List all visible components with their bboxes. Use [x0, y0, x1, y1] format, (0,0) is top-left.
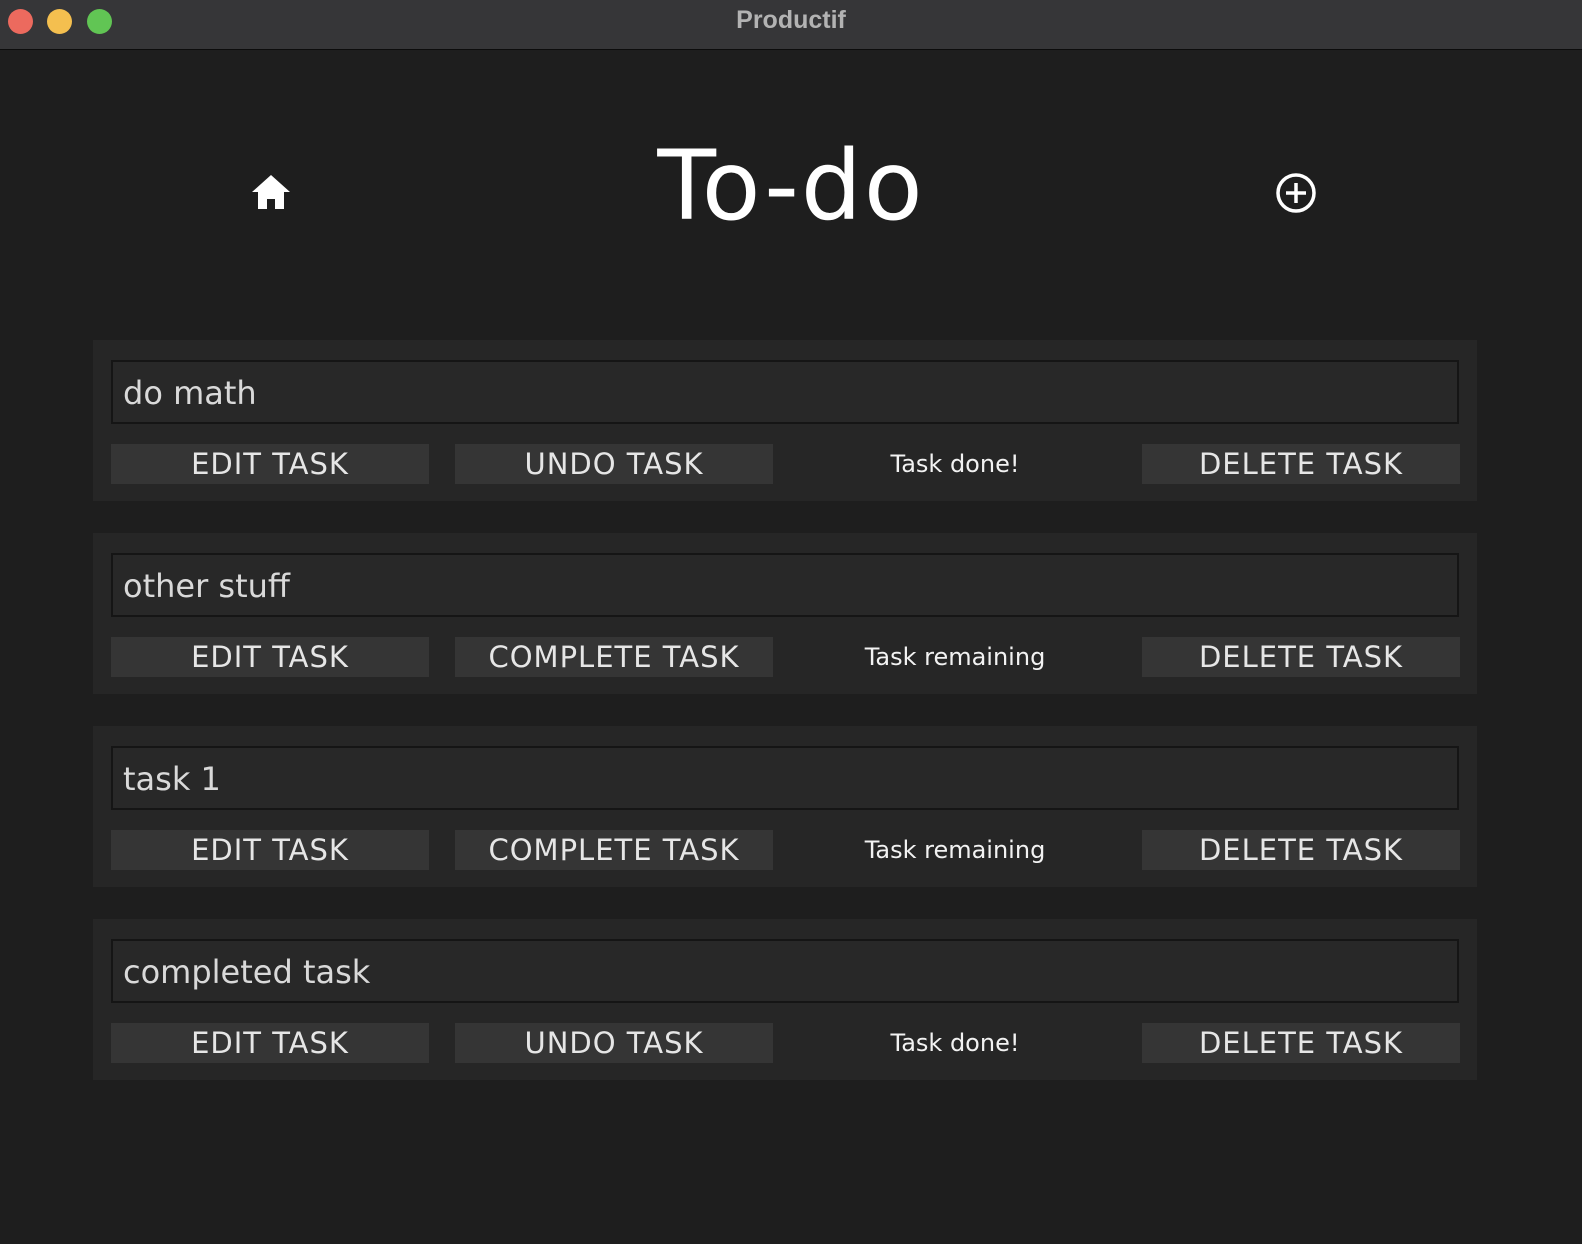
task-card: do math EDIT TASK UNDO TASK Task done! D…: [93, 340, 1477, 501]
edit-task-button[interactable]: EDIT TASK: [111, 1023, 429, 1063]
delete-task-button[interactable]: DELETE TASK: [1142, 444, 1460, 484]
task-name-field[interactable]: do math: [111, 360, 1459, 424]
task-status: Task done!: [890, 1029, 1020, 1057]
task-card: other stuff EDIT TASK COMPLETE TASK Task…: [93, 533, 1477, 694]
delete-task-button[interactable]: DELETE TASK: [1142, 637, 1460, 677]
edit-task-button[interactable]: EDIT TASK: [111, 637, 429, 677]
task-status: Task remaining: [864, 643, 1046, 671]
app-window: Productif To-do do math EDIT TASK UNDO T…: [0, 0, 1582, 1244]
undo-task-button[interactable]: UNDO TASK: [455, 444, 773, 484]
edit-task-button[interactable]: EDIT TASK: [111, 830, 429, 870]
undo-task-button[interactable]: UNDO TASK: [455, 1023, 773, 1063]
task-card: task 1 EDIT TASK COMPLETE TASK Task rema…: [93, 726, 1477, 887]
task-status: Task remaining: [864, 836, 1046, 864]
task-name-field[interactable]: task 1: [111, 746, 1459, 810]
delete-task-button[interactable]: DELETE TASK: [1142, 1023, 1460, 1063]
complete-task-button[interactable]: COMPLETE TASK: [455, 637, 773, 677]
plus-circle-icon[interactable]: [1274, 171, 1318, 215]
complete-task-button[interactable]: COMPLETE TASK: [455, 830, 773, 870]
edit-task-button[interactable]: EDIT TASK: [111, 444, 429, 484]
window-title: Productif: [736, 6, 846, 34]
task-list: do math EDIT TASK UNDO TASK Task done! D…: [93, 340, 1477, 1112]
title-bar: Productif: [0, 0, 1582, 50]
delete-task-button[interactable]: DELETE TASK: [1142, 830, 1460, 870]
task-card: completed task EDIT TASK UNDO TASK Task …: [93, 919, 1477, 1080]
page-title: To-do: [657, 130, 925, 242]
task-name-field[interactable]: other stuff: [111, 553, 1459, 617]
task-status: Task done!: [890, 450, 1020, 478]
task-name-field[interactable]: completed task: [111, 939, 1459, 1003]
